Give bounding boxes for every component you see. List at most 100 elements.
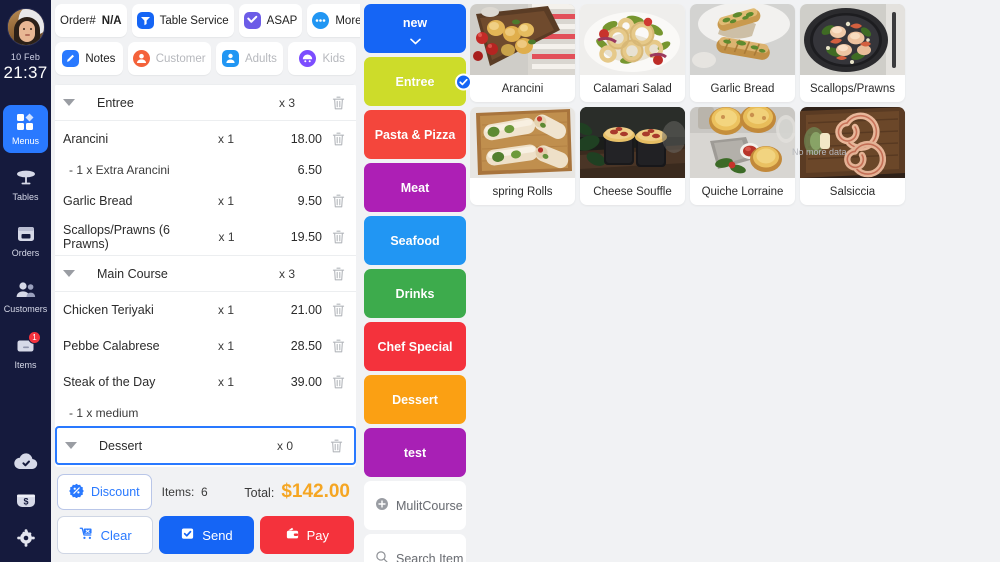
order-group-row[interactable]: Main Course x 3 xyxy=(55,255,356,292)
order-group-name: Dessert xyxy=(99,438,143,453)
pos-app: 10 Feb 21:37 Menus Tables Orders Custome… xyxy=(0,0,1000,562)
menu-item-card[interactable]: Garlic Bread xyxy=(690,4,795,102)
menu-item-card[interactable]: Calamari Salad xyxy=(580,4,685,102)
delete-item-icon[interactable] xyxy=(331,302,346,318)
order-item-row[interactable]: Pebbe Calabrese x 1 28.50 xyxy=(55,328,356,364)
sidebar-item-orders[interactable]: Orders xyxy=(3,217,48,265)
delete-item-icon[interactable] xyxy=(331,131,346,147)
menu-item-thumbnail xyxy=(690,107,795,178)
notes-pencil-icon xyxy=(62,50,80,67)
order-total: Total: $142.00 xyxy=(244,481,354,503)
toolbar-row-2: Notes Customer Adults Kids xyxy=(55,42,357,75)
order-modifier-row: - 1 x Extra Arancini 6.50 xyxy=(55,157,356,183)
category-label: Meat xyxy=(400,180,430,195)
category-button-meat[interactable]: Meat xyxy=(364,163,466,212)
collapse-caret-icon[interactable] xyxy=(65,442,77,449)
order-group-row[interactable]: Entree x 3 xyxy=(55,84,356,121)
order-item-price: 18.00 xyxy=(290,132,322,146)
order-modifier-name: - 1 x medium xyxy=(69,406,139,420)
order-group-row[interactable]: Dessert x 0 xyxy=(55,426,356,465)
order-item-row[interactable]: Garlic Bread x 1 9.50 xyxy=(55,183,356,219)
chevron-down-icon[interactable] xyxy=(409,34,421,45)
category-button-search-item[interactable]: Search Item xyxy=(364,534,466,562)
menu-item-name: Cheese Souffle xyxy=(593,185,672,198)
menu-item-thumbnail xyxy=(690,4,795,75)
delete-group-icon[interactable] xyxy=(331,266,346,282)
menu-item-thumbnail xyxy=(470,107,575,178)
category-button-new[interactable]: new xyxy=(364,4,466,53)
cloud-check-icon[interactable] xyxy=(13,450,39,474)
sidebar-item-tables[interactable]: Tables xyxy=(3,161,48,209)
customer-chip[interactable]: Customer xyxy=(127,42,211,75)
order-item-name: Garlic Bread xyxy=(63,194,133,208)
category-column[interactable]: new Entree Pasta & Pizza Meat Seafood Drinks C… xyxy=(360,0,470,562)
category-button-mulitcourse[interactable]: MulitCourse xyxy=(364,481,466,530)
receipt-icon xyxy=(15,224,37,244)
category-selected-check-icon xyxy=(455,73,470,90)
category-button-seafood[interactable]: Seafood xyxy=(364,216,466,265)
delete-group-icon[interactable] xyxy=(331,95,346,111)
order-item-qty: x 1 xyxy=(218,339,235,353)
pay-button[interactable]: Pay xyxy=(259,516,354,554)
order-item-list[interactable]: Entree x 3 Arancini x 1 18.00 - 1 x Extra Ara… xyxy=(55,84,356,467)
discount-button[interactable]: Discount xyxy=(57,473,152,510)
category-button-chef-special[interactable]: Chef Special xyxy=(364,322,466,371)
notes-chip[interactable]: Notes xyxy=(55,42,123,75)
collapse-caret-icon[interactable] xyxy=(63,99,75,106)
sidebar-item-menus[interactable]: Menus xyxy=(3,105,48,153)
adults-label: Adults xyxy=(244,52,277,65)
menu-item-card[interactable]: Quiche Lorraine xyxy=(690,107,795,205)
menu-grid[interactable]: Arancini Calamari Salad Garlic Bread Sca… xyxy=(470,4,996,205)
order-item-qty: x 1 xyxy=(218,230,235,244)
order-item-price: 21.00 xyxy=(290,303,322,317)
table-service-chip[interactable]: Table Service xyxy=(131,4,234,37)
sidebar-item-items[interactable]: 1 Items xyxy=(3,329,48,377)
gear-icon[interactable] xyxy=(13,526,39,550)
customer-label: Customer xyxy=(155,52,206,65)
category-button-drinks[interactable]: Drinks xyxy=(364,269,466,318)
sidebar-item-label: Tables xyxy=(12,192,39,202)
order-item-row[interactable]: Arancini x 1 18.00 xyxy=(55,121,356,157)
clear-label: Clear xyxy=(100,527,132,543)
left-sidebar: 10 Feb 21:37 Menus Tables Orders Custome… xyxy=(0,0,51,562)
order-item-name: Arancini xyxy=(63,132,109,146)
menu-item-card[interactable]: Cheese Souffle xyxy=(580,107,685,205)
wallet-icon xyxy=(285,526,300,544)
delete-group-icon[interactable] xyxy=(329,438,344,454)
delete-item-icon[interactable] xyxy=(331,229,346,245)
kids-label: Kids xyxy=(322,52,345,65)
order-item-qty: x 1 xyxy=(218,375,235,389)
avatar[interactable] xyxy=(6,8,45,46)
delete-item-icon[interactable] xyxy=(331,338,346,354)
category-button-dessert[interactable]: Dessert xyxy=(364,375,466,424)
menu-item-card[interactable]: spring Rolls xyxy=(470,107,575,205)
cash-drawer-icon[interactable]: $ xyxy=(13,488,39,512)
category-button-entree[interactable]: Entree xyxy=(364,57,470,106)
category-label: Seafood xyxy=(390,233,440,248)
order-number-chip[interactable]: Order# N/A xyxy=(55,4,127,37)
more-label: More xyxy=(335,14,362,27)
collapse-caret-icon[interactable] xyxy=(63,270,75,277)
order-item-row[interactable]: Chicken Teriyaki x 1 21.00 xyxy=(55,292,356,328)
sidebar-item-customers[interactable]: Customers xyxy=(3,273,48,321)
asap-chip[interactable]: ASAP xyxy=(238,4,303,37)
order-item-row[interactable]: Scallops/Prawns (6 Prawns) x 1 19.50 xyxy=(55,219,356,255)
send-button[interactable]: Send xyxy=(159,516,254,554)
delete-item-icon[interactable] xyxy=(331,193,346,209)
search-icon xyxy=(375,550,389,562)
category-button-test[interactable]: test xyxy=(364,428,466,477)
send-check-icon xyxy=(180,526,195,544)
menu-item-card[interactable]: Scallops/Prawns xyxy=(800,4,905,102)
menu-item-thumbnail xyxy=(800,107,905,178)
menu-item-card[interactable]: Arancini xyxy=(470,4,575,102)
plus-circle-icon xyxy=(375,497,389,514)
adults-chip[interactable]: Adults xyxy=(215,42,284,75)
items-value: 6 xyxy=(200,484,208,499)
delete-item-icon[interactable] xyxy=(331,374,346,390)
order-item-row[interactable]: Steak of the Day x 1 39.00 xyxy=(55,364,356,400)
kids-chip[interactable]: Kids xyxy=(288,42,357,75)
clear-button[interactable]: Clear xyxy=(57,516,154,554)
more-chip[interactable]: More xyxy=(307,4,367,37)
sidebar-item-label: Menus xyxy=(11,136,39,146)
category-button-pasta-pizza[interactable]: Pasta & Pizza xyxy=(364,110,466,159)
